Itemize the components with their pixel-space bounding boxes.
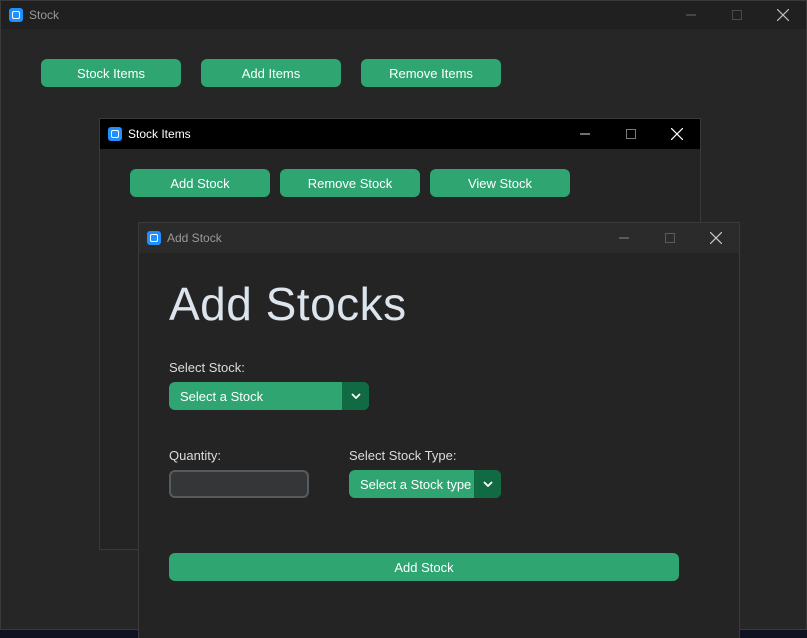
select-stock-label: Select Stock:: [169, 360, 245, 375]
add-stock-titlebar[interactable]: Add Stock: [139, 223, 739, 253]
add-items-button[interactable]: Add Items: [201, 59, 341, 87]
maximize-icon: [626, 129, 636, 139]
close-icon: [777, 9, 789, 21]
minimize-icon: [686, 14, 696, 16]
minimize-button[interactable]: [668, 1, 714, 29]
stock-items-window-controls: [562, 119, 700, 149]
stock-type-label: Select Stock Type:: [349, 448, 457, 463]
stock-items-titlebar[interactable]: Stock Items: [100, 119, 700, 149]
app-icon: [9, 8, 23, 22]
desktop: Stock Stock Items Add Items Remove Items…: [0, 0, 807, 638]
add-stock-window-controls: [601, 223, 739, 253]
chevron-down-icon: [482, 481, 493, 487]
minimize-button[interactable]: [601, 223, 647, 253]
minimize-icon: [580, 133, 590, 135]
app-icon: [108, 127, 122, 141]
stock-items-button[interactable]: Stock Items: [41, 59, 181, 87]
main-window-titlebar[interactable]: Stock: [1, 1, 806, 29]
select-stock-value: Select a Stock: [180, 388, 264, 404]
close-button[interactable]: [760, 1, 806, 29]
dropdown-arrow-button[interactable]: [474, 470, 501, 498]
close-icon: [671, 128, 683, 140]
minimize-button[interactable]: [562, 119, 608, 149]
dropdown-arrow-button[interactable]: [342, 382, 369, 410]
maximize-icon: [665, 233, 675, 243]
close-icon: [710, 232, 722, 244]
add-stock-button[interactable]: Add Stock: [130, 169, 270, 197]
main-window-controls: [668, 1, 806, 29]
remove-stock-button[interactable]: Remove Stock: [280, 169, 420, 197]
stock-type-value: Select a Stock type: [360, 476, 472, 492]
stock-type-dropdown[interactable]: Select a Stock type: [349, 470, 501, 498]
chevron-down-icon: [350, 393, 361, 399]
maximize-button[interactable]: [714, 1, 760, 29]
select-stock-dropdown[interactable]: Select a Stock: [169, 382, 369, 410]
close-button[interactable]: [654, 119, 700, 149]
remove-items-button[interactable]: Remove Items: [361, 59, 501, 87]
maximize-icon: [732, 10, 742, 20]
main-window-title: Stock: [29, 8, 60, 22]
page-title: Add Stocks: [169, 278, 407, 330]
add-stock-submit-button[interactable]: Add Stock: [169, 553, 679, 581]
close-button[interactable]: [693, 223, 739, 253]
maximize-button[interactable]: [647, 223, 693, 253]
add-stock-window: Add Stock Add Stocks Select Stock: Selec…: [138, 222, 740, 638]
stock-items-window-title: Stock Items: [128, 127, 191, 141]
add-stock-window-title: Add Stock: [167, 231, 222, 245]
app-icon: [147, 231, 161, 245]
quantity-input[interactable]: [169, 470, 309, 498]
maximize-button[interactable]: [608, 119, 654, 149]
quantity-label: Quantity:: [169, 448, 222, 463]
view-stock-button[interactable]: View Stock: [430, 169, 570, 197]
minimize-icon: [619, 237, 629, 239]
